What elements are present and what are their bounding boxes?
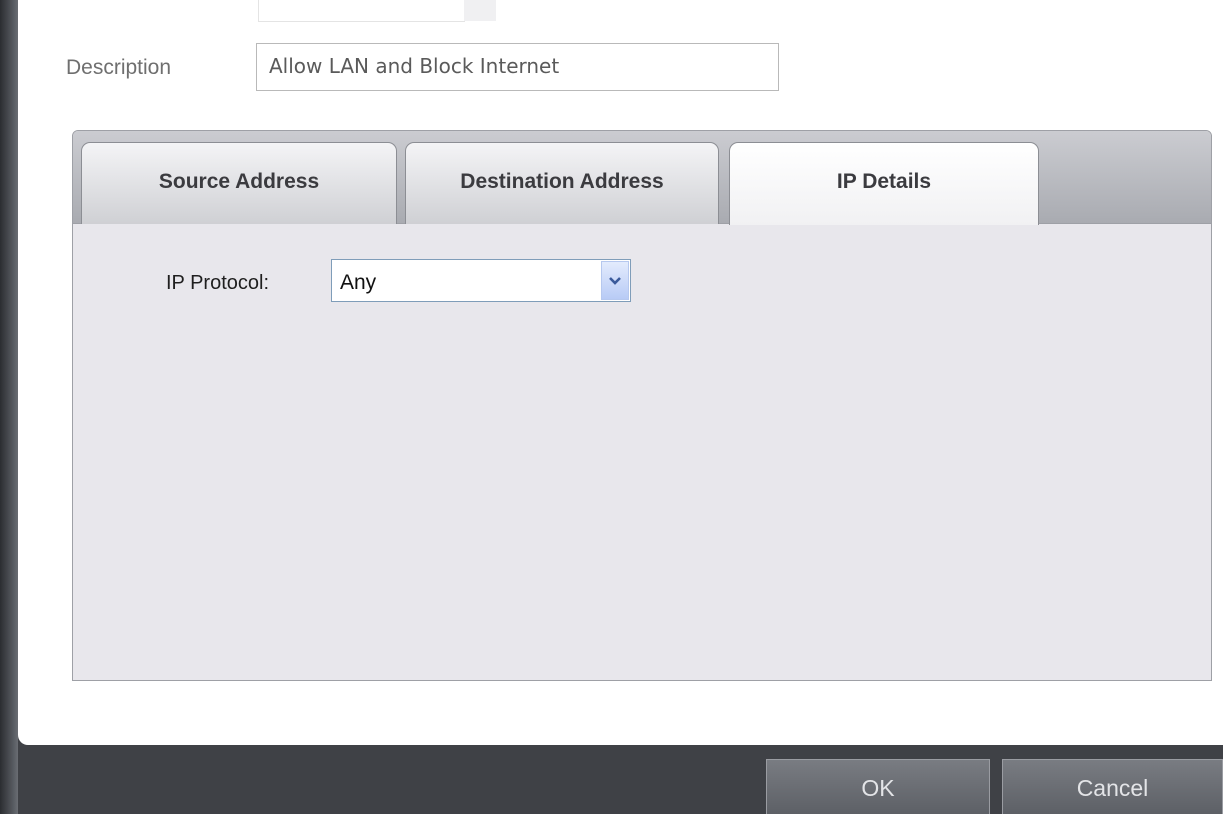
ip-protocol-value: Any bbox=[340, 271, 377, 294]
chevron-down-icon[interactable] bbox=[601, 261, 629, 300]
tab-label: IP Details bbox=[836, 170, 932, 193]
description-label: Description bbox=[66, 56, 172, 79]
name-input-button-partial bbox=[464, 0, 496, 21]
ip-protocol-label: IP Protocol: bbox=[166, 272, 270, 294]
cancel-button[interactable]: Cancel bbox=[1002, 759, 1223, 814]
name-input-partial[interactable] bbox=[258, 0, 465, 22]
tab-label: Source Address bbox=[158, 170, 320, 193]
tab-ip-details[interactable]: IP Details bbox=[729, 142, 1039, 225]
tab-label: Destination Address bbox=[460, 170, 664, 193]
tab-panel: Source Address Destination Address IP De… bbox=[72, 130, 1212, 681]
tab-destination-address[interactable]: Destination Address bbox=[405, 142, 719, 224]
ip-protocol-select[interactable]: Any bbox=[331, 259, 631, 302]
window-left-edge bbox=[0, 0, 18, 814]
ok-button[interactable]: OK bbox=[766, 759, 990, 814]
tab-source-address[interactable]: Source Address bbox=[81, 142, 397, 224]
description-input[interactable]: Allow LAN and Block Internet bbox=[256, 43, 779, 91]
dialog-body: Description Allow LAN and Block Internet… bbox=[18, 0, 1223, 745]
